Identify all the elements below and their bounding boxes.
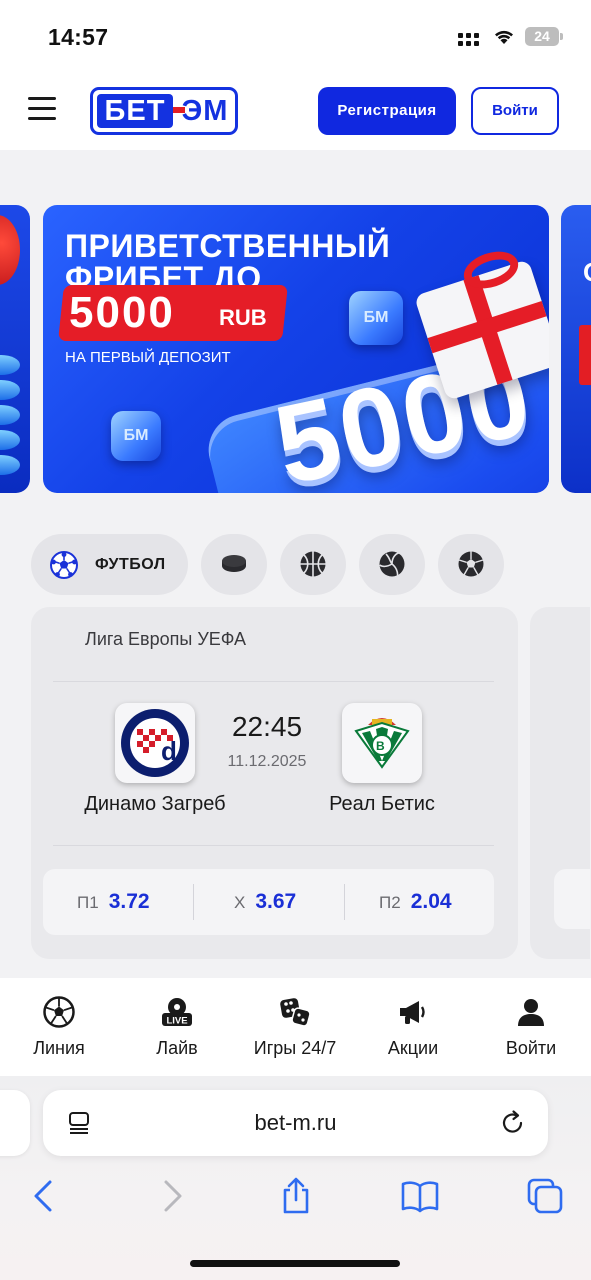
- banner-currency: RUB: [219, 305, 267, 330]
- sport-chip-volleyball[interactable]: [359, 534, 425, 595]
- next-match-card-peek[interactable]: [530, 607, 590, 959]
- main-content: 5000 БМ БМ ПРИВЕТСТВЕННЫЙ ФРИБЕТ ДО 5000…: [0, 150, 591, 978]
- nav-promos-label: Акции: [387, 1038, 439, 1058]
- banner-next-peek[interactable]: О: [561, 205, 591, 493]
- match-time: 22:45: [231, 711, 303, 742]
- home-indicator: [190, 1260, 400, 1267]
- odd-draw-value: 3.67: [255, 890, 297, 913]
- address-bar[interactable]: bet-m.ru: [43, 1090, 548, 1156]
- address-url: bet-m.ru: [254, 1110, 337, 1135]
- odd-draw-label: X: [234, 893, 246, 912]
- user-icon: [518, 999, 544, 1026]
- megaphone-icon: [400, 1001, 425, 1024]
- nav-line-label: Линия: [33, 1038, 85, 1058]
- nav-live-label: Лайв: [156, 1038, 198, 1058]
- home-team-name: Динамо Загреб: [84, 793, 226, 815]
- share-icon[interactable]: [276, 1176, 316, 1216]
- nav-games-label: Игры 24/7: [253, 1038, 337, 1058]
- divider: [53, 845, 494, 846]
- bm-cube-icon: БМ: [349, 291, 403, 345]
- away-team-name: Реал Бетис: [329, 793, 435, 815]
- odd-away-value: 2.04: [410, 890, 452, 913]
- nav-games[interactable]: Игры 24/7: [245, 978, 345, 1076]
- reload-icon[interactable]: [499, 1109, 527, 1137]
- cellular-signal-icon: [458, 30, 480, 46]
- logo-part-2: ЭМ: [181, 95, 229, 127]
- basketball-image: [0, 215, 20, 285]
- nav-live[interactable]: LIVE Лайв: [127, 978, 227, 1076]
- status-bar: 14:57 24: [0, 0, 591, 70]
- league-name: Лига Европы УЕФА: [85, 629, 247, 649]
- odd-home-label: П1: [77, 893, 99, 912]
- browser-toolbar: bet-m.ru: [0, 1076, 591, 1280]
- odd-draw[interactable]: X 3.67: [234, 869, 296, 935]
- hockey-puck-icon: [222, 555, 246, 572]
- odd-away-label: П2: [379, 893, 401, 912]
- odds-row: П1 3.72 X 3.67 П2 2.04: [43, 869, 494, 935]
- status-time: 14:57: [48, 24, 109, 50]
- dice-icon: [280, 998, 311, 1027]
- odd-home[interactable]: П1 3.72: [77, 869, 150, 935]
- svg-text:B: B: [376, 739, 385, 753]
- divider: [53, 681, 494, 682]
- sport-chip-football[interactable]: ФУТБОЛ: [31, 534, 188, 595]
- bookmarks-icon[interactable]: [400, 1176, 440, 1216]
- sport-chip-hockey[interactable]: [201, 534, 267, 595]
- bm-cube-icon: БМ: [111, 411, 161, 461]
- sport-chip-handball[interactable]: [438, 534, 504, 595]
- banner-headline-1: ПРИВЕТСТВЕННЫЙ: [65, 228, 391, 264]
- banner-prev-peek[interactable]: [0, 205, 30, 493]
- battery-level: 24: [534, 28, 550, 44]
- sport-chip-label: ФУТБОЛ: [95, 556, 166, 573]
- login-button[interactable]: Войти: [471, 87, 559, 135]
- match-card[interactable]: Лига Европы УЕФА d Динамо Загреб 22:45 1…: [31, 607, 518, 959]
- home-team-logo: d: [115, 703, 195, 783]
- promo-banner[interactable]: 5000 БМ БМ ПРИВЕТСТВЕННЫЙ ФРИБЕТ ДО 5000…: [43, 205, 549, 493]
- volleyball-icon: [379, 551, 405, 577]
- odd-home-value: 3.72: [108, 890, 150, 913]
- site-header: БЕТ ЭМ Регистрация Войти: [0, 70, 591, 150]
- soccer-ball-icon: [50, 551, 78, 579]
- nav-login[interactable]: Войти: [481, 978, 581, 1076]
- forward-icon[interactable]: [152, 1176, 192, 1216]
- nav-login-label: Войти: [505, 1038, 557, 1058]
- bottom-navigation: Линия LIVE Лайв Игры 24/7 Акции Войти: [0, 978, 591, 1076]
- back-icon[interactable]: [24, 1176, 64, 1216]
- site-logo[interactable]: БЕТ ЭМ: [90, 87, 238, 135]
- nav-line[interactable]: Линия: [9, 978, 109, 1076]
- basketball-icon: [300, 551, 326, 577]
- away-team-logo: B: [342, 703, 422, 783]
- live-icon: LIVE: [162, 998, 192, 1027]
- register-button[interactable]: Регистрация: [318, 87, 456, 135]
- wifi-icon: [495, 30, 513, 44]
- match-date: 11.12.2025: [227, 753, 307, 770]
- battery-icon: 24: [525, 27, 563, 46]
- svg-text:d: d: [161, 736, 177, 766]
- odd-away[interactable]: П2 2.04: [379, 869, 452, 935]
- soccer-ball-icon: [43, 996, 75, 1028]
- logo-part-1: БЕТ: [97, 94, 173, 128]
- banner-amount: 5000: [69, 288, 175, 337]
- handball-icon: [458, 551, 484, 577]
- previous-tab-peek[interactable]: [0, 1090, 30, 1156]
- banner-subtitle: НА ПЕРВЫЙ ДЕПОЗИТ: [65, 349, 231, 366]
- sport-chip-basketball[interactable]: [280, 534, 346, 595]
- nav-promos[interactable]: Акции: [363, 978, 463, 1076]
- menu-icon[interactable]: [28, 97, 56, 121]
- svg-text:LIVE: LIVE: [166, 1016, 187, 1027]
- tabs-icon[interactable]: [525, 1176, 565, 1216]
